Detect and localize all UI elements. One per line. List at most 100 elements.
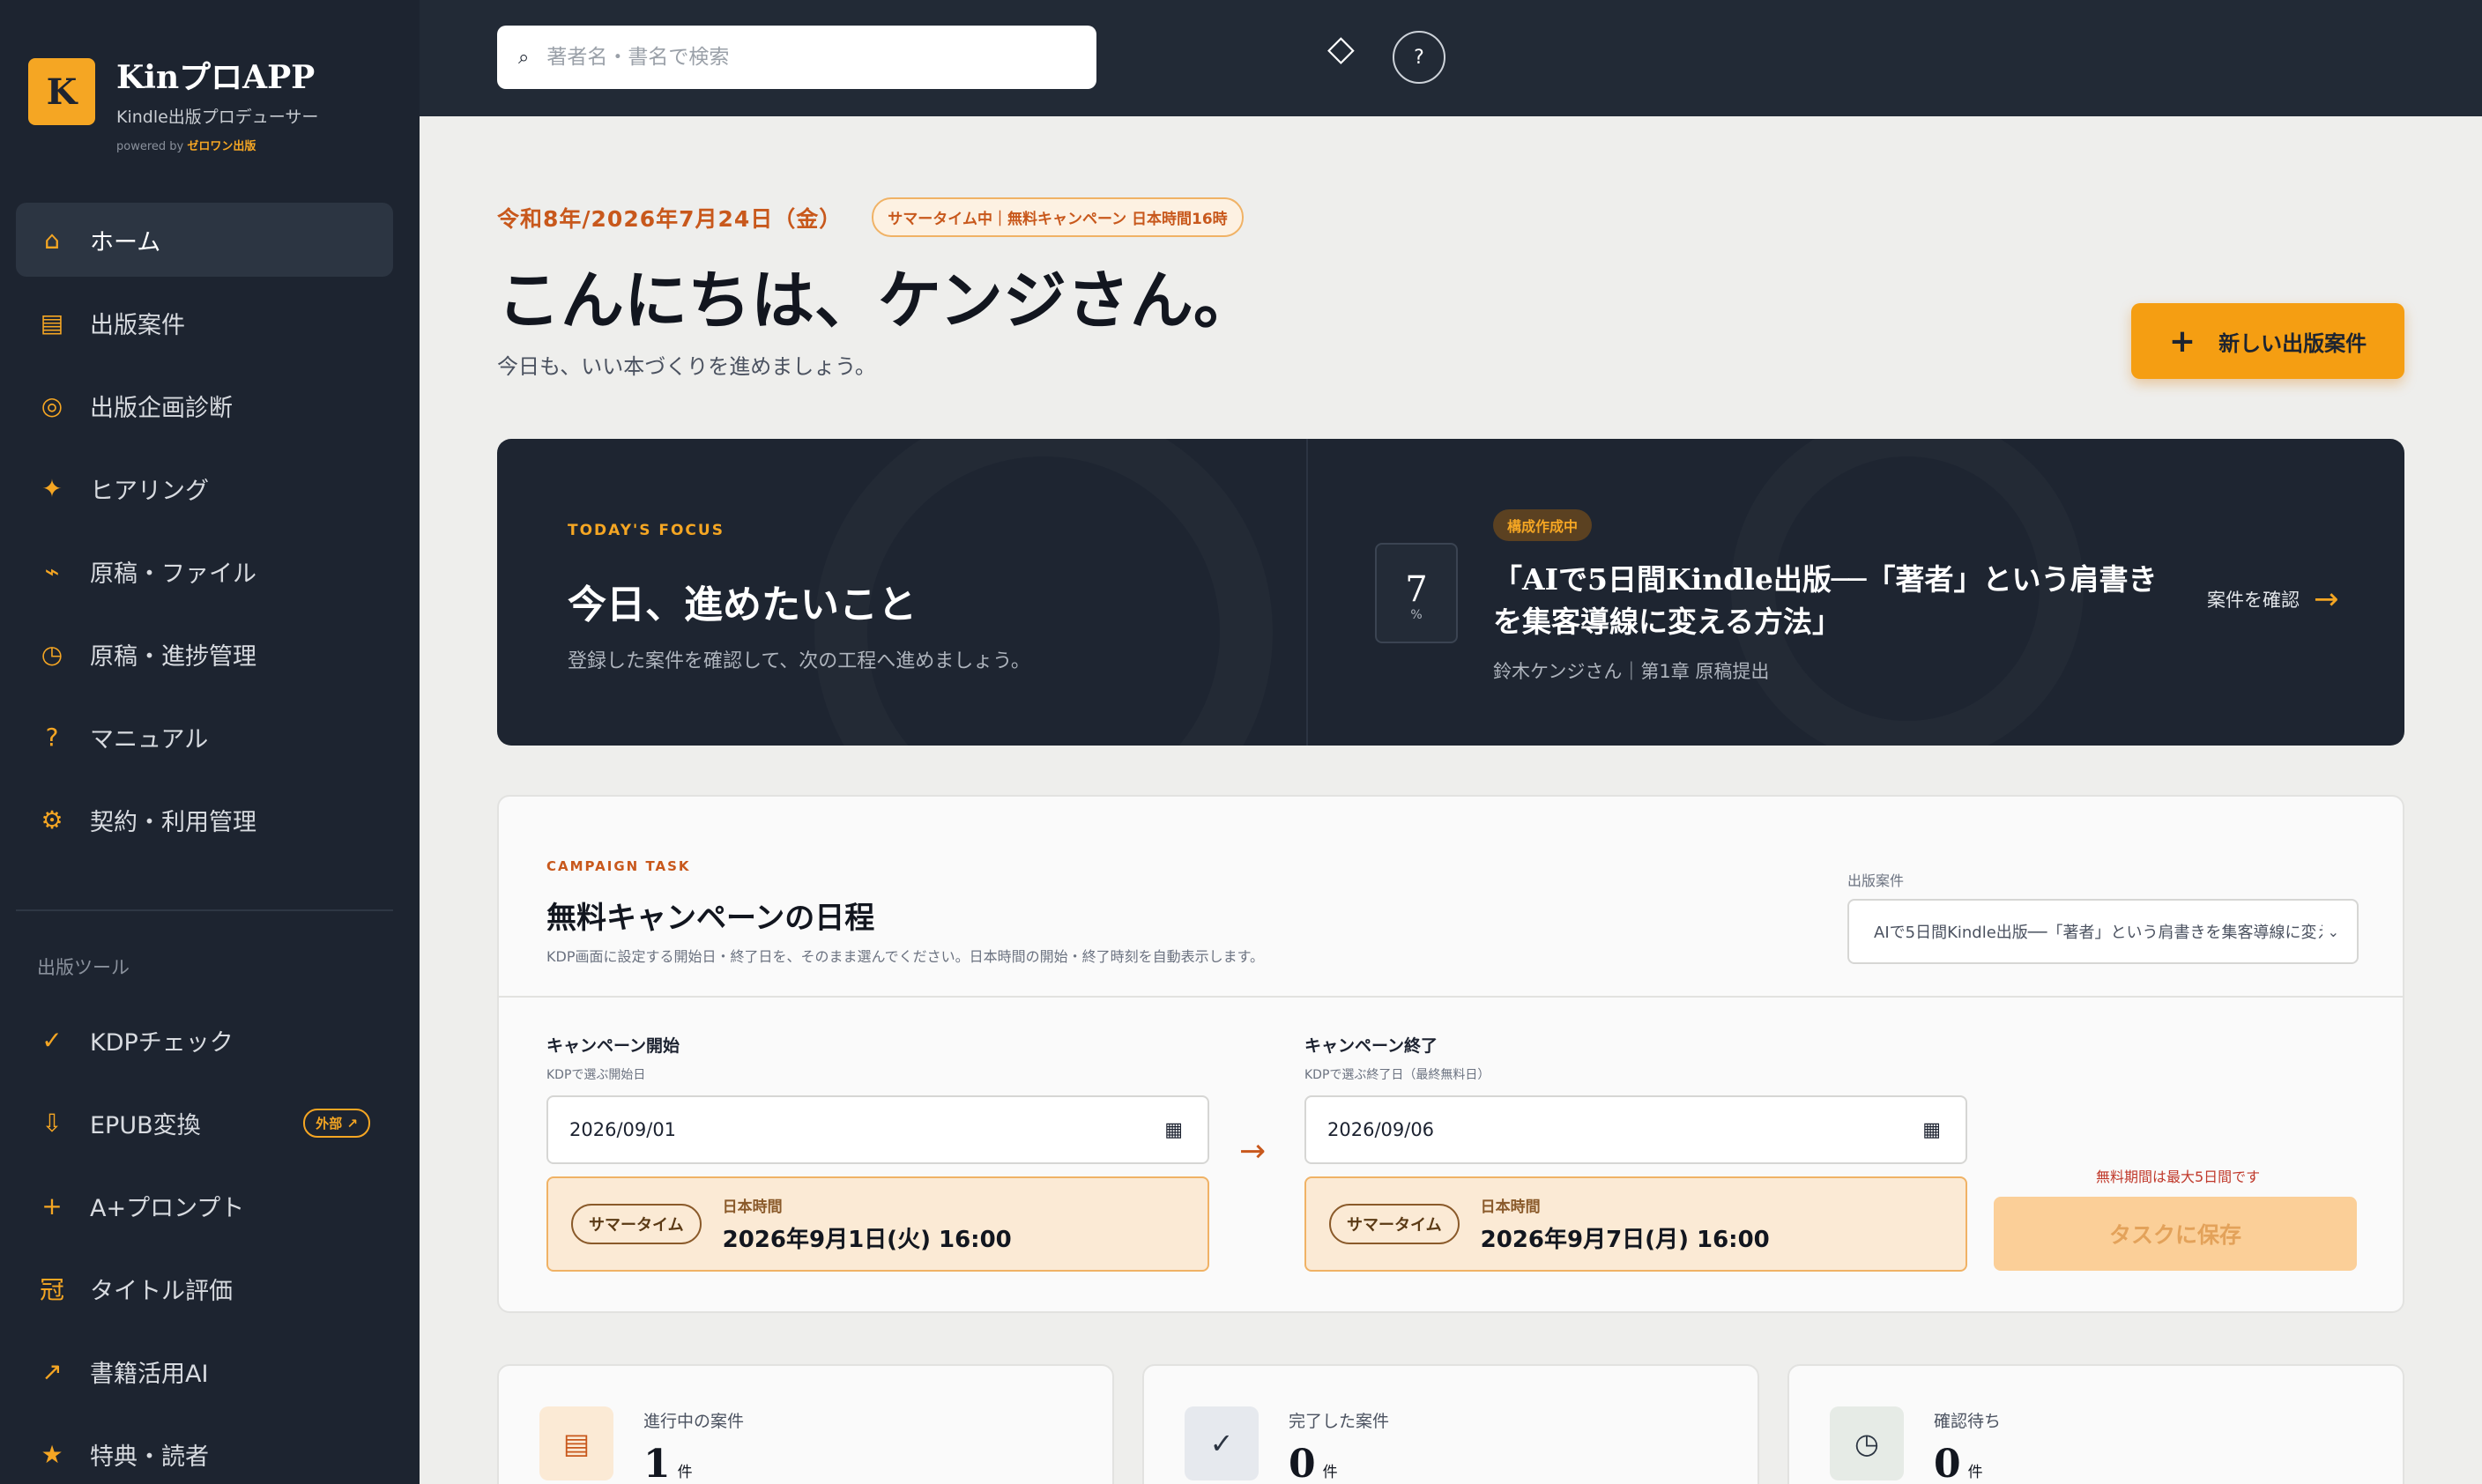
sidebar-item-title-eval[interactable]: 冠 タイトル評価	[16, 1251, 393, 1325]
save-task-button[interactable]: タスクに保存	[1994, 1197, 2357, 1271]
campaign-card: CAMPAIGN TASK 無料キャンペーンの日程 KDP画面に設定する開始日・…	[497, 795, 2404, 1313]
calendar-icon[interactable]: ▦	[1922, 1119, 1941, 1141]
summer-time-chip: サマータイム	[571, 1204, 702, 1244]
arrow-right-icon: →	[2314, 582, 2339, 617]
tools-section-label: 出版ツール	[37, 957, 130, 978]
sidebar-item-kdp-check[interactable]: ✓ KDPチェック	[16, 1003, 393, 1077]
sidebar-item-label: 出版企画診断	[90, 394, 233, 422]
status-badge: 構成作成中	[1493, 509, 1593, 541]
stat-card-pending[interactable]: ◷ 確認待ち 0件	[1787, 1364, 2404, 1484]
powered-by: powered by ゼロワン出版	[116, 140, 256, 153]
end-label: キャンペーン終了	[1304, 1036, 1438, 1056]
sidebar-item-projects[interactable]: ▤ 出版案件	[16, 286, 393, 360]
sidebar-item-home[interactable]: ⌂ ホーム	[16, 203, 393, 277]
end-date-value: 2026/09/06	[1327, 1119, 1435, 1140]
campaign-title: 無料キャンペーンの日程	[546, 901, 875, 936]
stat-label: 確認待ち	[1934, 1412, 2002, 1431]
sidebar-item-progress[interactable]: ◷ 原稿・進捗管理	[16, 617, 393, 691]
end-sublabel: KDPで選ぶ終了日（最終無料日）	[1304, 1068, 1490, 1082]
search-input[interactable]	[546, 46, 1059, 69]
focus-eyebrow: TODAY'S FOCUS	[568, 522, 725, 539]
topbar: ⌕ ◇ ?	[420, 0, 2482, 116]
start-label: キャンペーン開始	[546, 1036, 680, 1056]
gear-icon: ⚙	[41, 805, 63, 835]
end-jst-box: サマータイム 日本時間 2026年9月7日(月) 16:00	[1304, 1176, 1967, 1272]
check-project-label: 案件を確認	[2207, 590, 2300, 611]
page-title: こんにちは、ケンジさん。	[497, 263, 1257, 338]
arrow-right-icon: →	[1239, 1133, 1267, 1169]
sidebar-item-epub[interactable]: ⇩ EPUB変換 外部 ↗	[16, 1086, 393, 1160]
sidebar-item-label: タイトル評価	[90, 1277, 233, 1305]
sidebar-item-label: マニュアル	[90, 725, 209, 753]
focus-description: 登録した案件を確認して、次の工程へ進めましょう。	[568, 650, 1030, 672]
end-date-input[interactable]: 2026/09/06 ▦	[1304, 1095, 1967, 1164]
jst-label: 日本時間	[1480, 1198, 1541, 1216]
file-icon: ⌁	[44, 556, 60, 586]
clock-icon: ◷	[41, 639, 63, 669]
progress-value: 7	[1405, 569, 1428, 610]
stat-card-in-progress[interactable]: ▤ 進行中の案件 1件	[497, 1364, 1114, 1484]
campaign-eyebrow: CAMPAIGN TASK	[546, 858, 691, 874]
brand[interactable]: K KinプロAPP Kindle出版プロデューサー powered by ゼロ…	[28, 58, 318, 153]
summer-time-chip: サマータイム	[1329, 1204, 1460, 1244]
home-icon: ⌂	[44, 225, 60, 255]
jst-label: 日本時間	[722, 1198, 783, 1216]
list-icon: ▤	[539, 1406, 613, 1480]
campaign-end: キャンペーン終了 KDPで選ぶ終了日（最終無料日） 2026/09/06 ▦ サ…	[1304, 1033, 1967, 1272]
sidebar-item-files[interactable]: ⌁ 原稿・ファイル	[16, 534, 393, 608]
sidebar-item-label: 書籍活用AI	[90, 1360, 209, 1388]
start-date-input[interactable]: 2026/09/01 ▦	[546, 1095, 1209, 1164]
search-box[interactable]: ⌕	[497, 26, 1096, 89]
focus-title: 今日、進めたいこと	[568, 582, 917, 627]
book-title: 「AIで5日間Kindle出版──「著者」という肩書きを集客導線に変える方法」	[1493, 562, 2158, 639]
date-row: 令和8年/2026年7月24日（金） サマータイム中｜無料キャンペーン 日本時間…	[497, 197, 1244, 237]
project-select[interactable]: AIで5日間Kindle出版──「著者」という肩書きを集客導線に変える方法 ⌄	[1847, 899, 2359, 964]
sidebar: K KinプロAPP Kindle出版プロデューサー powered by ゼロ…	[0, 0, 420, 1484]
stat-label: 完了した案件	[1289, 1412, 1390, 1431]
plus-icon: +	[41, 1191, 63, 1221]
focus-card: TODAY'S FOCUS 今日、進めたいこと 登録した案件を確認して、次の工程…	[497, 439, 2404, 746]
sidebar-item-aplus[interactable]: + A+プロンプト	[16, 1169, 393, 1243]
sidebar-item-label: ホーム	[90, 228, 161, 256]
start-sublabel: KDPで選ぶ開始日	[546, 1068, 646, 1082]
start-jst-box: サマータイム 日本時間 2026年9月1日(火) 16:00	[546, 1176, 1209, 1272]
start-jst-value: 2026年9月1日(火) 16:00	[722, 1227, 1012, 1253]
crown-icon: 冠	[39, 1275, 64, 1304]
focus-divider	[1306, 439, 1308, 746]
project-select-label: 出版案件	[1847, 872, 1905, 889]
current-date: 令和8年/2026年7月24日（金）	[497, 205, 843, 232]
stat-value: 0件	[1289, 1442, 1338, 1484]
sidebar-item-book-ai[interactable]: ↗ 書籍活用AI	[16, 1334, 393, 1408]
stat-card-completed[interactable]: ✓ 完了した案件 0件	[1142, 1364, 1759, 1484]
sidebar-item-diagnosis[interactable]: ◎ 出版企画診断	[16, 368, 393, 442]
stat-value: 1件	[643, 1442, 693, 1484]
campaign-divider	[499, 996, 2403, 998]
progress-percent: 7 %	[1375, 543, 1458, 643]
check-icon: ✓	[1185, 1406, 1259, 1480]
book-meta: 鈴木ケンジさん｜第1章 原稿提出	[1493, 661, 1770, 682]
sidebar-item-label: 原稿・ファイル	[90, 560, 256, 588]
target-icon: ◎	[41, 390, 63, 420]
star-icon: ★	[41, 1439, 63, 1469]
sidebar-item-contract[interactable]: ⚙ 契約・利用管理	[16, 783, 393, 857]
powered-brand: ゼロワン出版	[187, 140, 256, 153]
new-project-button[interactable]: + 新しい出版案件	[2131, 303, 2404, 379]
sidebar-item-label: 出版案件	[90, 311, 185, 339]
sidebar-item-label: A+プロンプト	[90, 1194, 245, 1222]
diamond-icon[interactable]: ◇	[1327, 28, 1355, 69]
sidebar-item-hearing[interactable]: ✦ ヒアリング	[16, 451, 393, 525]
logo: K	[28, 58, 95, 125]
check-project-link[interactable]: 案件を確認 →	[2207, 582, 2339, 617]
sidebar-item-label: KDPチェック	[90, 1028, 234, 1057]
sidebar-item-label: ヒアリング	[90, 477, 209, 505]
chevron-down-icon: ⌄	[2327, 923, 2339, 940]
sidebar-item-bonus[interactable]: ★ 特典・読者	[16, 1417, 393, 1484]
sidebar-item-manual[interactable]: ? マニュアル	[16, 700, 393, 774]
calendar-icon[interactable]: ▦	[1164, 1119, 1183, 1141]
arrow-up-right-icon: ↗	[41, 1356, 63, 1386]
new-project-label: 新しい出版案件	[2218, 330, 2367, 356]
app-name: KinプロAPP	[116, 59, 316, 96]
external-badge: 外部 ↗	[303, 1109, 370, 1138]
help-button[interactable]: ?	[1393, 31, 1445, 84]
sidebar-item-label: EPUB変換	[90, 1111, 201, 1139]
